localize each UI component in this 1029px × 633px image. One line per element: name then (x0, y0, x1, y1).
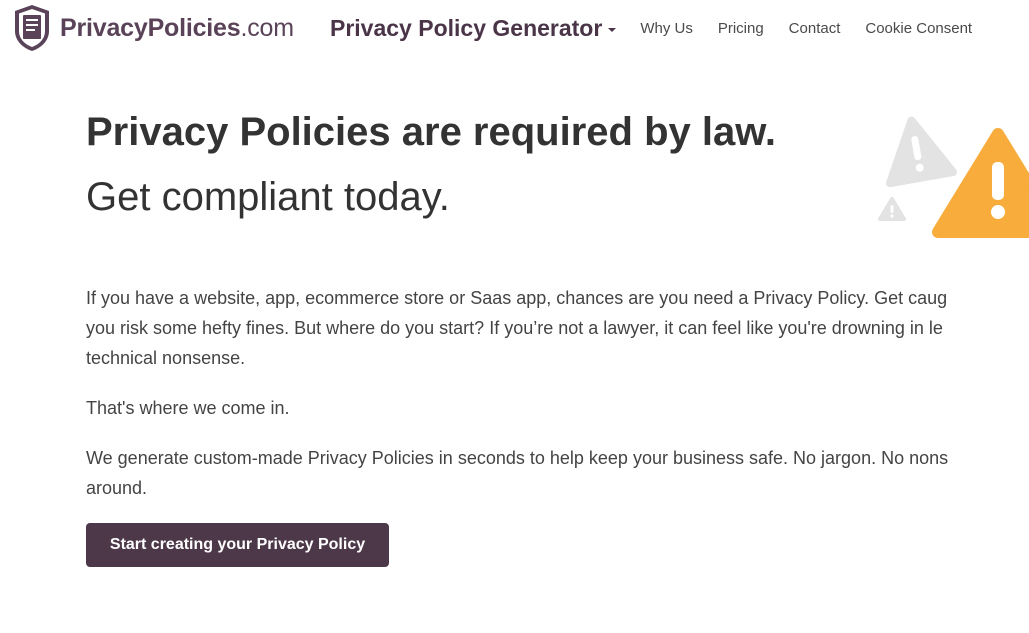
caret-down-icon (608, 28, 617, 32)
start-creating-button[interactable]: Start creating your Privacy Policy (86, 523, 389, 567)
shield-document-icon (15, 5, 49, 51)
nav-main-label: Privacy Policy Generator (330, 14, 603, 41)
orange-warning-icon (932, 128, 1029, 238)
nav-pricing[interactable]: Pricing (718, 20, 764, 37)
nav-why-us[interactable]: Why Us (640, 20, 693, 37)
warning-triangles-icon (878, 116, 1029, 238)
logo-text: PrivacyPolicies.com (60, 14, 294, 43)
text-line: you risk some hefty fines. But where do … (86, 318, 943, 338)
page: PrivacyPolicies.com Privacy Policy Gener… (0, 0, 1029, 633)
text-line: around. (86, 478, 148, 498)
main-nav: Privacy Policy Generator Why Us Pricing … (330, 0, 995, 56)
nav-cookie-consent[interactable]: Cookie Consent (865, 20, 972, 37)
intro-paragraph: If you have a website, app, ecommerce st… (86, 283, 1029, 373)
nav-contact[interactable]: Contact (789, 20, 841, 37)
come-in-paragraph: That's where we come in. (86, 393, 1029, 423)
gray-warning-icon (886, 116, 958, 188)
generate-paragraph: We generate custom-made Privacy Policies… (86, 443, 1029, 503)
logo-link[interactable]: PrivacyPolicies.com (12, 3, 294, 53)
logo-tld: .com (240, 13, 294, 42)
text-line: That's where we come in. (86, 398, 290, 418)
page-title: Privacy Policies are required by law. (86, 110, 776, 154)
logo-brand: PrivacyPolicies (60, 13, 241, 42)
page-subtitle: Get compliant today. (86, 175, 450, 219)
text-line: We generate custom-made Privacy Policies… (86, 448, 949, 468)
text-line: If you have a website, app, ecommerce st… (86, 288, 948, 308)
site-header: PrivacyPolicies.com Privacy Policy Gener… (0, 0, 1029, 56)
text-line: technical nonsense. (86, 348, 246, 368)
nav-privacy-policy-generator[interactable]: Privacy Policy Generator (330, 14, 617, 42)
small-warning-icon (878, 197, 906, 221)
